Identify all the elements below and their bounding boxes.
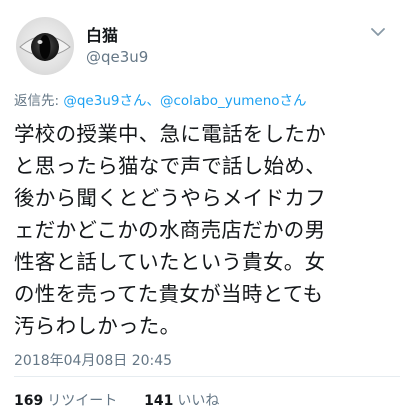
tweet-text: 学校の授業中、急に電話をしたか と思ったら猫なで声で話し始め、 後から聞くとどう… [14, 122, 326, 338]
tweet-timestamp[interactable]: 2018年04月08日 20:45 [14, 352, 386, 370]
reply-mention-qe3u9[interactable]: @qe3u9さん [63, 93, 146, 109]
reply-separator: 、 [146, 93, 160, 109]
display-name[interactable]: 白猫 [86, 26, 148, 46]
likes-stat[interactable]: 141 いいね [140, 393, 220, 409]
reply-to-line: 返信先: @qe3u9さん、@colabo_yumenoさん [14, 92, 386, 110]
divider [14, 376, 400, 377]
user-handle[interactable]: @qe3u9 [86, 47, 148, 67]
avatar[interactable] [16, 17, 74, 75]
reply-mention-colabo[interactable]: @colabo_yumenoさん [160, 93, 307, 109]
retweets-label: リツイート [47, 393, 118, 409]
likes-label: いいね [177, 393, 220, 409]
retweets-stat[interactable]: 169 リツイート [14, 393, 122, 409]
tweet-card: 白猫 @qe3u9 返信先: @qe3u9さん、@colabo_yumenoさん… [0, 0, 400, 419]
retweets-count: 169 [14, 393, 44, 409]
chevron-down-icon[interactable] [370, 26, 386, 38]
tweet-stats: 169 リツイート 141 いいね [14, 392, 219, 410]
cat-eye-avatar-icon [19, 33, 71, 61]
user-names: 白猫 @qe3u9 [86, 26, 148, 67]
likes-count: 141 [144, 393, 174, 409]
reply-prefix: 返信先: [14, 93, 64, 109]
tweet-header: 白猫 @qe3u9 [14, 14, 386, 78]
